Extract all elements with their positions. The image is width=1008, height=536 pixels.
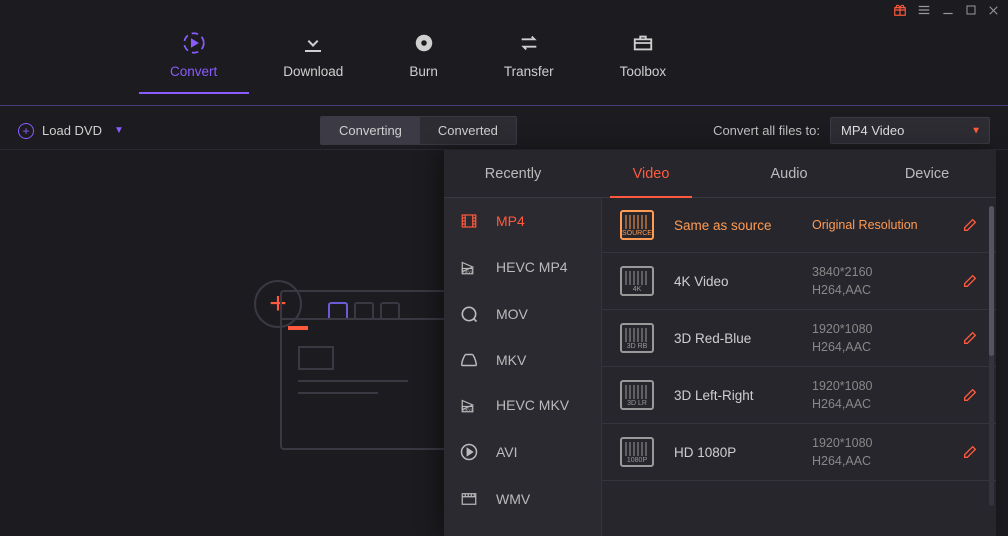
- convert-all-group: Convert all files to: MP4 Video ▼: [713, 117, 990, 144]
- nav-burn[interactable]: Burn: [409, 30, 438, 93]
- format-label: HEVC MP4: [496, 259, 568, 275]
- nav-toolbox[interactable]: Toolbox: [620, 30, 667, 93]
- edit-icon[interactable]: [962, 330, 978, 346]
- preset-title: 4K Video: [674, 274, 792, 289]
- mkv-icon: [458, 352, 480, 368]
- burn-icon: [411, 30, 437, 56]
- format-item-mp4[interactable]: MP4: [444, 198, 601, 244]
- format-label: AVI: [496, 444, 518, 460]
- main-nav: Convert Download Burn Transfer Toolbox: [0, 18, 1008, 106]
- format-label: WMV: [496, 491, 530, 507]
- preset-item[interactable]: 3D LR 3D Left-Right 1920*1080 H264,AAC: [602, 367, 996, 424]
- format-list: MP4 HEVC HEVC MP4 MOV MKV HEVC HEVC MKV …: [444, 198, 602, 536]
- preset-icon: 1080P: [620, 437, 654, 467]
- nav-convert[interactable]: Convert: [170, 30, 217, 93]
- preset-icon: SOURCE: [620, 210, 654, 240]
- chevron-down-icon: ▼: [114, 125, 124, 136]
- nav-label: Convert: [170, 64, 217, 79]
- minimize-icon[interactable]: [941, 3, 955, 19]
- wmv-icon: [458, 490, 480, 508]
- format-item-hevc-mkv[interactable]: HEVC HEVC MKV: [444, 382, 601, 428]
- format-item-wmv[interactable]: WMV: [444, 476, 601, 522]
- format-label: MOV: [496, 306, 528, 322]
- panel-body: MP4 HEVC HEVC MP4 MOV MKV HEVC HEVC MKV …: [444, 198, 996, 536]
- play-icon: [458, 442, 480, 462]
- format-label: MP4: [496, 213, 525, 229]
- svg-text:HEVC: HEVC: [463, 408, 474, 412]
- nav-label: Burn: [409, 64, 438, 79]
- format-item-mov[interactable]: MOV: [444, 290, 601, 338]
- download-icon: [300, 30, 326, 56]
- preset-icon: 4K: [620, 266, 654, 296]
- menu-icon[interactable]: [917, 3, 931, 19]
- close-icon[interactable]: [987, 4, 1000, 19]
- load-dvd-button[interactable]: + Load DVD ▼: [18, 123, 124, 139]
- preset-resolution: 1920*1080: [812, 436, 942, 450]
- quicktime-icon: [458, 304, 480, 324]
- chevron-down-icon: ▼: [971, 125, 981, 136]
- format-label: MKV: [496, 352, 526, 368]
- subbar: + Load DVD ▼ Converting Converted Conver…: [0, 112, 1008, 150]
- scrollbar[interactable]: [989, 206, 994, 506]
- tab-audio[interactable]: Audio: [720, 150, 858, 197]
- edit-icon[interactable]: [962, 217, 978, 233]
- convert-icon: [181, 30, 207, 56]
- maximize-icon[interactable]: [965, 4, 977, 18]
- nav-download[interactable]: Download: [283, 30, 343, 93]
- preset-codec: H264,AAC: [812, 454, 942, 468]
- convert-all-label: Convert all files to:: [713, 123, 820, 138]
- format-label: HEVC MKV: [496, 397, 569, 413]
- scroll-thumb[interactable]: [989, 206, 994, 356]
- gift-icon[interactable]: [893, 3, 907, 19]
- panel-tabs: Recently Video Audio Device: [444, 150, 996, 198]
- preset-item[interactable]: 4K 4K Video 3840*2160 H264,AAC: [602, 253, 996, 310]
- preset-resolution: 1920*1080: [812, 379, 942, 393]
- nav-label: Download: [283, 64, 343, 79]
- output-format-select[interactable]: MP4 Video ▼: [830, 117, 990, 144]
- format-panel: Recently Video Audio Device MP4 HEVC HEV…: [444, 150, 996, 536]
- preset-codec: H264,AAC: [812, 397, 942, 411]
- seg-converting[interactable]: Converting: [321, 117, 420, 144]
- preset-title: 3D Left-Right: [674, 388, 792, 403]
- status-segmented: Converting Converted: [320, 116, 517, 145]
- plus-circle-icon: +: [18, 123, 34, 139]
- preset-item[interactable]: 3D RB 3D Red-Blue 1920*1080 H264,AAC: [602, 310, 996, 367]
- preset-title: Same as source: [674, 218, 792, 233]
- preset-icon: 3D RB: [620, 323, 654, 353]
- edit-icon[interactable]: [962, 387, 978, 403]
- nav-transfer[interactable]: Transfer: [504, 30, 554, 93]
- preset-title: HD 1080P: [674, 445, 792, 460]
- edit-icon[interactable]: [962, 273, 978, 289]
- preset-icon: 3D LR: [620, 380, 654, 410]
- film-icon: [458, 212, 480, 230]
- hevc-icon: HEVC: [458, 258, 480, 276]
- edit-icon[interactable]: [962, 444, 978, 460]
- nav-label: Transfer: [504, 64, 554, 79]
- preset-codec: H264,AAC: [812, 283, 942, 297]
- preset-resolution: Original Resolution: [812, 218, 942, 232]
- nav-label: Toolbox: [620, 64, 667, 79]
- format-item-mkv[interactable]: MKV: [444, 338, 601, 382]
- preset-resolution: 3840*2160: [812, 265, 942, 279]
- tab-device[interactable]: Device: [858, 150, 996, 197]
- preset-list: SOURCE Same as source Original Resolutio…: [602, 198, 996, 536]
- transfer-icon: [516, 30, 542, 56]
- toolbox-icon: [630, 30, 656, 56]
- preset-resolution: 1920*1080: [812, 322, 942, 336]
- select-value: MP4 Video: [841, 123, 904, 138]
- preset-codec: H264,AAC: [812, 340, 942, 354]
- hevc-icon: HEVC: [458, 396, 480, 414]
- seg-converted[interactable]: Converted: [420, 117, 516, 144]
- svg-text:HEVC: HEVC: [463, 270, 474, 274]
- preset-item[interactable]: SOURCE Same as source Original Resolutio…: [602, 198, 996, 253]
- preset-item[interactable]: 1080P HD 1080P 1920*1080 H264,AAC: [602, 424, 996, 481]
- format-item-avi[interactable]: AVI: [444, 428, 601, 476]
- empty-state-illustration: +: [280, 290, 470, 450]
- preset-title: 3D Red-Blue: [674, 331, 792, 346]
- tab-video[interactable]: Video: [582, 150, 720, 197]
- load-dvd-label: Load DVD: [42, 123, 102, 138]
- file-box-illustration: [280, 290, 470, 450]
- format-item-hevc-mp4[interactable]: HEVC HEVC MP4: [444, 244, 601, 290]
- tab-recently[interactable]: Recently: [444, 150, 582, 197]
